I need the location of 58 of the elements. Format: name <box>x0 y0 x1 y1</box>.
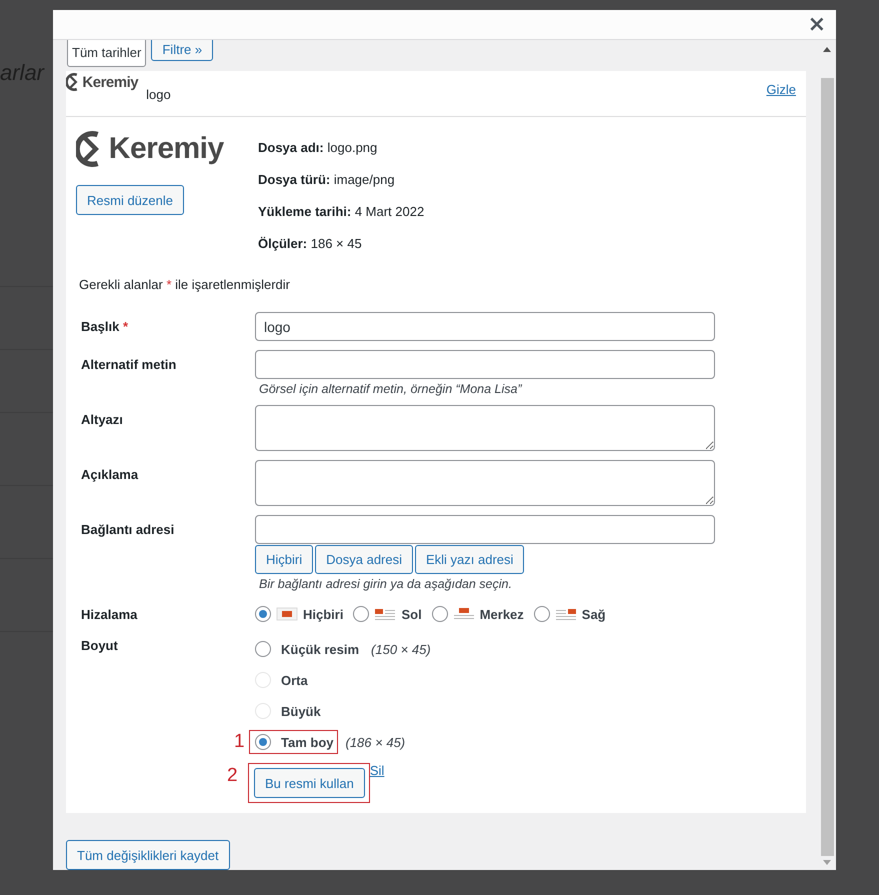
option-label: Merkez <box>480 606 524 622</box>
logo-text: Keremiy <box>82 74 138 90</box>
size-dimensions: (150 × 45) <box>371 642 431 656</box>
file-detail: Dosya türü: image/png <box>258 171 396 189</box>
link-type-button[interactable]: Hiçbiri <box>255 545 314 574</box>
field-label: Bağlantı adresi <box>81 521 176 537</box>
required-note: Gerekli alanlar * ile işaretlenmişlerdir <box>78 276 292 292</box>
alignment-icon <box>554 607 577 621</box>
alignment-icon <box>276 607 298 621</box>
edit-image-button[interactable]: Resmi düzenle <box>76 185 184 215</box>
field-label: Hizalama <box>81 606 138 622</box>
field-hint: Bir bağlantı adresi girin ya da aşağıdan seçin. <box>258 576 513 591</box>
option-label: Büyük <box>281 704 321 718</box>
save-changes-button[interactable]: Tüm değişiklikleri kaydet <box>66 840 230 870</box>
option-label: Sağ <box>582 606 606 622</box>
filter-button[interactable]: Filtre » <box>151 40 214 61</box>
field-hint: Görsel için alternatif metin, örneğin “Mona Lisa” <box>258 381 523 396</box>
option-label: Küçük resim <box>281 642 360 656</box>
scrollbar-thumb[interactable] <box>820 78 834 856</box>
radio-button[interactable] <box>255 734 271 750</box>
field-label: Başlık * <box>81 318 129 334</box>
field-label: Açıklama <box>81 466 140 482</box>
input-field[interactable] <box>255 350 715 379</box>
file-detail: Ölçüler: 186 × 45 <box>258 235 363 253</box>
file-detail: Yükleme tarihi: 4 Mart 2022 <box>258 203 424 221</box>
input-field[interactable]: logo <box>255 312 715 341</box>
text-area[interactable] <box>255 460 715 506</box>
radio-button[interactable] <box>255 641 271 657</box>
annotation-number: 2 <box>227 765 238 787</box>
scroll-down-icon[interactable] <box>823 860 831 865</box>
option-label: Hiçbiri <box>303 606 344 622</box>
radio-button[interactable] <box>353 606 370 622</box>
link-type-button[interactable]: Ekli yazı adresi <box>415 545 524 574</box>
field-label: Altyazı <box>81 411 124 427</box>
field-label: Alternatif metin <box>81 356 178 372</box>
date-select[interactable]: Tüm tarihler <box>67 40 146 67</box>
scroll-up-icon[interactable] <box>823 47 831 52</box>
option-label: Tam boy <box>281 734 334 750</box>
radio-button[interactable] <box>534 606 550 622</box>
option-label: Orta <box>281 672 308 688</box>
file-detail: Dosya adı: logo.png <box>258 139 378 157</box>
use-image-button[interactable]: Bu resmi kullan <box>254 768 365 798</box>
attachment-title: logo <box>146 87 172 102</box>
size-dimensions: (186 × 45) <box>346 734 406 750</box>
option-label: Sol <box>401 606 422 622</box>
radio-button[interactable] <box>255 606 271 622</box>
annotation-number: 1 <box>234 731 245 753</box>
field-label: Boyut <box>81 637 119 653</box>
delete-link[interactable]: Sil <box>370 763 384 778</box>
text-area[interactable] <box>255 405 715 451</box>
alignment-icon <box>374 607 396 621</box>
input-field[interactable] <box>255 515 715 544</box>
logo-text: Keremiy <box>108 132 224 166</box>
link-type-button[interactable]: Dosya adresi <box>315 545 413 574</box>
hide-link[interactable]: Gizle <box>766 82 796 97</box>
radio-button[interactable] <box>432 606 448 622</box>
alignment-icon <box>452 607 475 621</box>
close-button[interactable]: × <box>804 14 830 36</box>
